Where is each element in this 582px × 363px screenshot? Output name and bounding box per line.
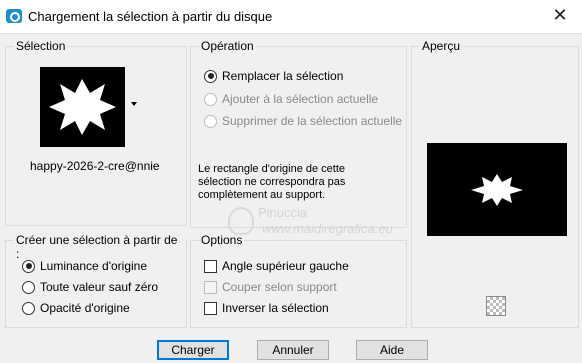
load-button[interactable]: Charger — [157, 340, 229, 360]
radio-subtract-selection: Supprimer de la sélection actuelle — [204, 113, 402, 129]
preview-canvas — [427, 143, 567, 236]
dropdown-arrow-icon[interactable] — [131, 102, 137, 106]
checkbox-label: Couper selon support — [222, 280, 337, 294]
radio-replace-selection[interactable]: Remplacer la sélection — [204, 68, 343, 84]
transparency-checker-icon[interactable] — [486, 296, 506, 316]
options-group-label: Options — [199, 233, 245, 247]
note-line: sélection ne correspondra pas — [198, 176, 346, 188]
create-from-group-label: Créer une sélection à partir de : — [14, 233, 186, 261]
watermark-line1: Pinuccia — [258, 205, 308, 220]
radio-label: Opacité d'origine — [40, 301, 130, 315]
radio-button[interactable] — [204, 69, 217, 83]
radio-button — [204, 92, 217, 106]
note-line: complètement au support. — [198, 189, 326, 201]
radio-source-opacity[interactable]: Opacité d'origine — [22, 300, 130, 316]
radio-button[interactable] — [22, 280, 35, 294]
radio-label: Luminance d'origine — [40, 259, 148, 273]
selection-group-label: Sélection — [14, 39, 68, 53]
cancel-button[interactable]: Annuler — [257, 340, 329, 360]
star-preview-icon — [471, 174, 523, 206]
radio-button[interactable] — [22, 259, 35, 273]
radio-source-luminance[interactable]: Luminance d'origine — [22, 258, 147, 274]
selection-thumbnail[interactable] — [40, 67, 125, 147]
radio-label: Toute valeur sauf zéro — [40, 280, 159, 294]
checkbox[interactable] — [204, 301, 217, 315]
radio-button — [204, 114, 217, 128]
info-note: Le rectangle d'origine de cette sélectio… — [198, 163, 345, 202]
radio-button[interactable] — [22, 301, 35, 315]
watermark-line2: www.maidiregrafica.eu — [262, 221, 393, 236]
help-button[interactable]: Aide — [356, 340, 428, 360]
checkbox — [204, 280, 217, 294]
operation-group-label: Opération — [199, 39, 256, 53]
radio-label: Ajouter à la sélection actuelle — [222, 92, 379, 106]
preview-group-label: Aperçu — [420, 39, 463, 53]
app-icon — [6, 9, 22, 23]
check-clip-to-canvas: Couper selon support — [204, 279, 337, 295]
star-shape-icon — [49, 79, 116, 135]
note-line: Le rectangle d'origine de cette — [198, 163, 346, 175]
check-invert-selection[interactable]: Inverser la sélection — [204, 300, 329, 316]
title-bar: Chargement la sélection à partir du disq… — [0, 0, 582, 34]
selection-file-name: happy-2026-2-cre@nnie — [30, 159, 160, 173]
radio-any-non-zero[interactable]: Toute valeur sauf zéro — [22, 279, 158, 295]
radio-add-selection: Ajouter à la sélection actuelle — [204, 91, 378, 107]
checkbox[interactable] — [204, 259, 217, 273]
close-icon[interactable]: ✕ — [550, 5, 570, 26]
checkbox-label: Inverser la sélection — [222, 301, 329, 315]
check-upper-left[interactable]: Angle supérieur gauche — [204, 258, 349, 274]
radio-label: Supprimer de la sélection actuelle — [222, 114, 403, 128]
checkbox-label: Angle supérieur gauche — [222, 259, 349, 273]
watermark-logo-icon — [228, 207, 254, 235]
window-title: Chargement la sélection à partir du disq… — [28, 9, 273, 24]
radio-label: Remplacer la sélection — [222, 69, 344, 83]
